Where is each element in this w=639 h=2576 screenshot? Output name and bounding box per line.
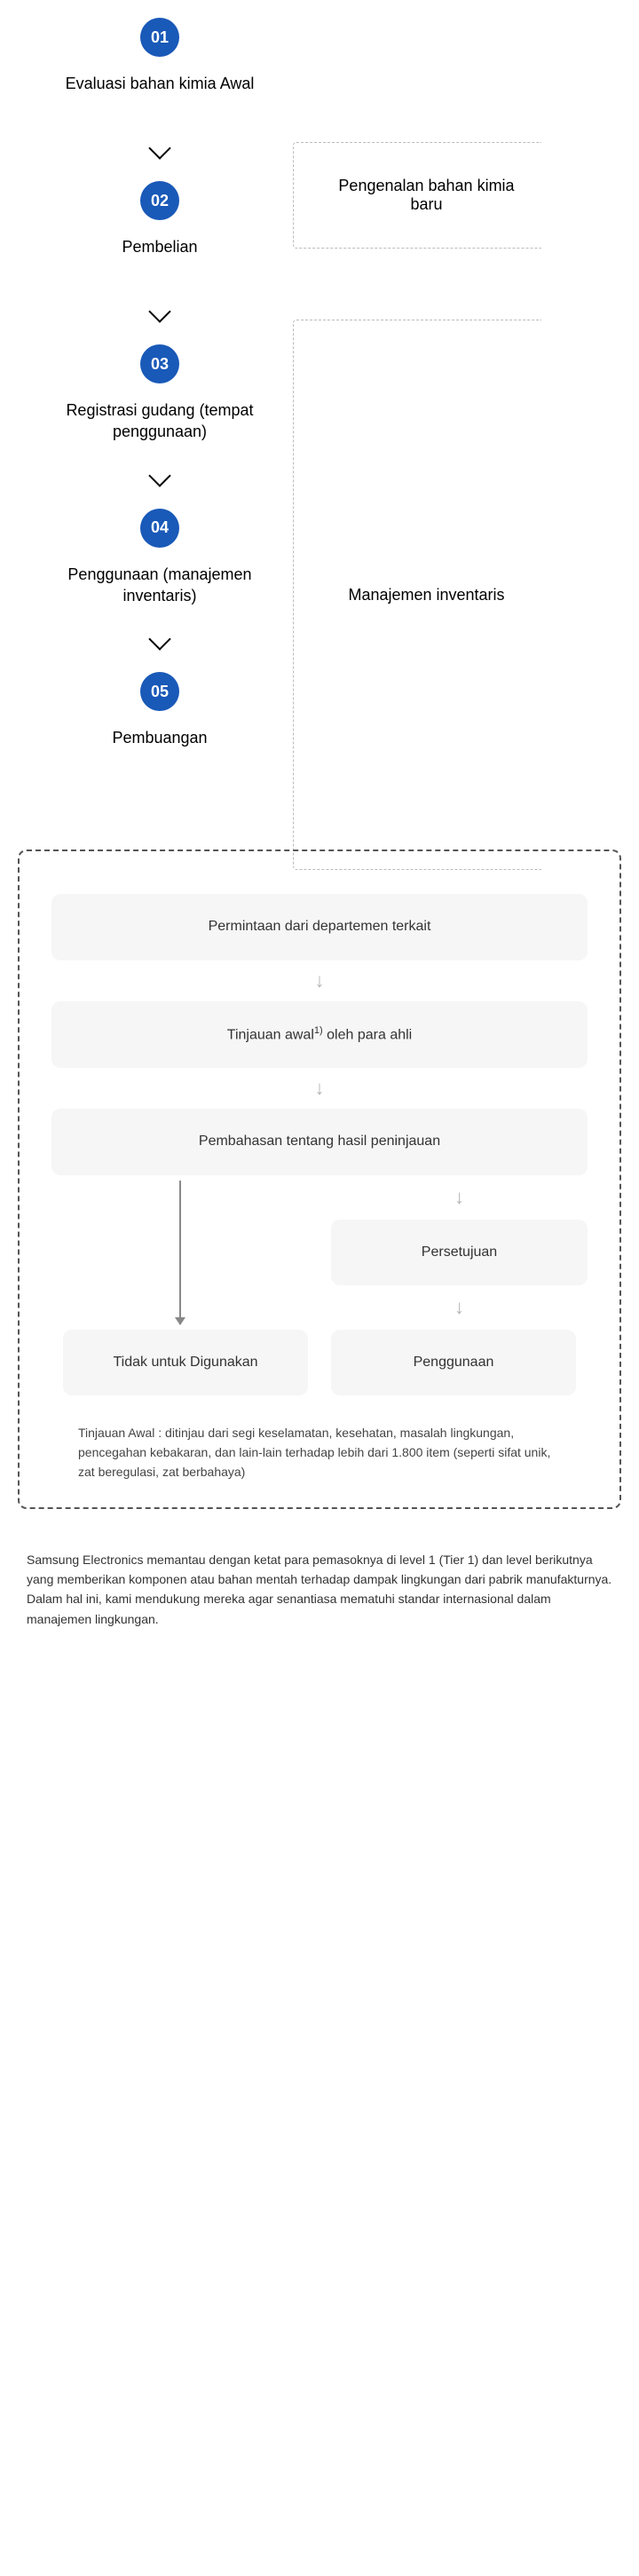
side-label-intro-text: Pengenalan bahan kimia baru xyxy=(320,177,532,214)
card-use: Penggunaan xyxy=(331,1330,576,1395)
connector-2 xyxy=(0,279,320,344)
review-detail-panel: Permintaan dari departemen terkait ↓ Tin… xyxy=(18,849,621,1508)
card-initial-review: Tinjauan awal1) oleh para ahli xyxy=(51,1001,588,1069)
bottom-disclosure: Samsung Electronics memantau dengan keta… xyxy=(27,1550,612,1630)
chevron-down-icon xyxy=(148,300,170,322)
step-01-badge: 01 xyxy=(140,18,179,57)
step-02: 02 Pembelian xyxy=(0,181,320,279)
step-01-title: Evaluasi bahan kimia Awal xyxy=(27,73,293,115)
connector-3 xyxy=(0,443,320,509)
step-01: 01 Evaluasi bahan kimia Awal xyxy=(0,18,320,115)
card-discussion-text: Pembahasan tentang hasil peninjauan xyxy=(199,1134,440,1149)
connector-4 xyxy=(0,606,320,672)
card-initial-review-pre: Tinjauan awal xyxy=(227,1027,314,1042)
side-label-inventory: Manajemen inventaris xyxy=(293,320,541,870)
step-05: 05 Pembuangan xyxy=(0,672,320,770)
step-02-title: Pembelian xyxy=(27,236,293,279)
card-approve-text: Persetujuan xyxy=(422,1245,497,1260)
card-reject: Tidak untuk Digunakan xyxy=(63,1330,308,1395)
step-03-title: Registrasi gudang (tempat penggunaan) xyxy=(27,399,293,443)
step-03: 03 Registrasi gudang (tempat penggunaan) xyxy=(0,344,320,443)
decision-split: ↓ Persetujuan ↓ xyxy=(51,1175,588,1330)
step-04-title: Penggunaan (manajemen inventaris) xyxy=(27,564,293,607)
approve-column: ↓ Persetujuan ↓ xyxy=(331,1175,588,1330)
card-initial-review-sup: 1) xyxy=(314,1025,323,1036)
arrow-down-icon: ↓ xyxy=(331,1175,588,1220)
card-request-text: Permintaan dari departemen terkait xyxy=(209,919,431,934)
step-05-badge: 05 xyxy=(140,672,179,711)
step-05-title: Pembuangan xyxy=(27,727,293,770)
chevron-down-icon xyxy=(148,137,170,159)
connector-1 xyxy=(0,115,320,181)
arrow-down-icon: ↓ xyxy=(51,1068,588,1109)
outcome-row: Tidak untuk Digunakan Penggunaan xyxy=(51,1330,588,1395)
card-approve: Persetujuan xyxy=(331,1220,588,1285)
main-process-flow: 01 Evaluasi bahan kimia Awal 02 Pembelia… xyxy=(0,0,320,823)
card-initial-review-post: oleh para ahli xyxy=(323,1027,413,1042)
side-label-inventory-text: Manajemen inventaris xyxy=(348,586,504,604)
step-03-badge: 03 xyxy=(140,344,179,383)
reject-column xyxy=(51,1175,308,1330)
card-reject-text: Tidak untuk Digunakan xyxy=(113,1355,257,1370)
card-request: Permintaan dari departemen terkait xyxy=(51,894,588,960)
step-02-badge: 02 xyxy=(140,181,179,220)
footnote-initial-review: Tinjauan Awal : ditinjau dari segi kesel… xyxy=(78,1424,561,1482)
step-04: 04 Penggunaan (manajemen inventaris) xyxy=(0,509,320,607)
side-label-intro: Pengenalan bahan kimia baru xyxy=(293,142,541,249)
card-use-text: Penggunaan xyxy=(414,1355,494,1370)
chevron-down-icon xyxy=(148,464,170,486)
chevron-down-icon xyxy=(148,628,170,650)
card-discussion: Pembahasan tentang hasil peninjauan xyxy=(51,1109,588,1174)
step-04-badge: 04 xyxy=(140,509,179,548)
arrow-down-icon: ↓ xyxy=(331,1285,588,1330)
arrow-down-icon: ↓ xyxy=(51,960,588,1001)
long-arrow-down-icon xyxy=(179,1181,181,1324)
